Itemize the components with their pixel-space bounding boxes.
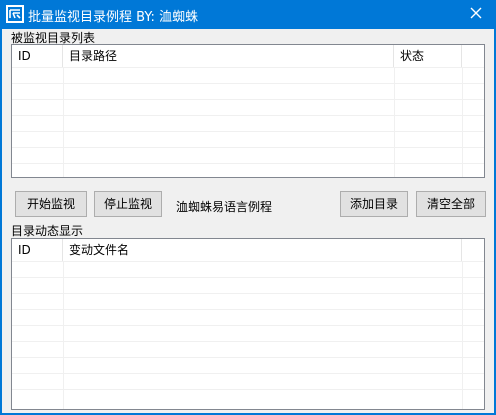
monitor-list-body <box>12 67 484 177</box>
grid-line <box>12 131 484 132</box>
change-list-header: ID 变动文件名 <box>12 239 484 261</box>
add-directory-button[interactable]: 添加目录 <box>340 191 408 217</box>
start-monitor-button[interactable]: 开始监视 <box>15 191 87 217</box>
grid-line <box>12 83 484 84</box>
grid-line <box>12 373 484 374</box>
grid-line <box>12 357 484 358</box>
monitor-list-header: ID 目录路径 状态 <box>12 45 484 67</box>
change-list-view[interactable]: ID 变动文件名 <box>11 238 485 410</box>
change-list-body <box>12 261 484 409</box>
grid-line <box>12 325 484 326</box>
grid-line <box>63 261 64 409</box>
close-button[interactable] <box>456 0 496 29</box>
main-window: 批量监视目录例程 BY: 洫蜘蛛 被监视目录列表 ID 目录路径 状态 开始监视… <box>0 0 496 415</box>
grid-line <box>12 277 484 278</box>
grid-line <box>12 99 484 100</box>
clear-all-button[interactable]: 清空全部 <box>416 191 486 217</box>
column-header-id[interactable]: ID <box>12 239 63 261</box>
monitor-list-view[interactable]: ID 目录路径 状态 <box>11 44 485 178</box>
grid-line <box>12 163 484 164</box>
grid-line <box>12 261 484 262</box>
grid-line <box>462 261 463 409</box>
grid-line <box>12 115 484 116</box>
stop-monitor-button[interactable]: 停止监视 <box>94 191 162 217</box>
grid-line <box>394 67 395 177</box>
grid-line <box>12 309 484 310</box>
grid-line <box>63 67 64 177</box>
client-area: 被监视目录列表 ID 目录路径 状态 开始监视 停止监视 洫蜘蛛易语言例程 添加… <box>2 29 494 413</box>
grid-line <box>12 67 484 68</box>
window-title: 批量监视目录例程 BY: 洫蜘蛛 <box>28 10 199 25</box>
column-header-status[interactable]: 状态 <box>394 45 462 67</box>
change-list-label: 目录动态显示 <box>11 224 84 238</box>
caption-text: 洫蜘蛛易语言例程 <box>176 200 273 214</box>
grid-line <box>12 389 484 390</box>
grid-line <box>462 67 463 177</box>
app-logo-icon <box>6 5 24 23</box>
grid-line <box>12 147 484 148</box>
column-header-filename[interactable]: 变动文件名 <box>63 239 462 261</box>
column-header-path[interactable]: 目录路径 <box>63 45 394 67</box>
column-header-id[interactable]: ID <box>12 45 63 67</box>
grid-line <box>12 341 484 342</box>
title-bar[interactable]: 批量监视目录例程 BY: 洫蜘蛛 <box>0 0 496 29</box>
grid-line <box>12 293 484 294</box>
close-icon <box>470 7 482 22</box>
